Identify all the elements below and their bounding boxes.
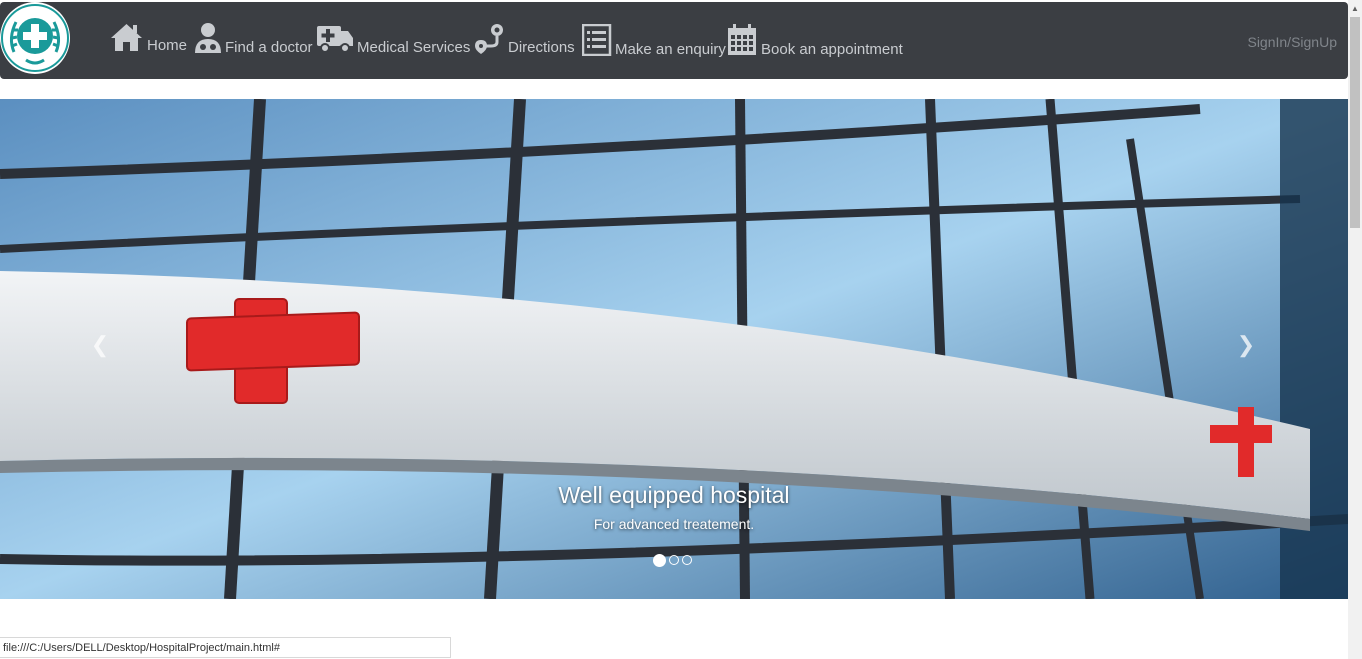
list-icon bbox=[581, 23, 612, 60]
nav-medical-services-label: Medical Services bbox=[357, 39, 471, 56]
nav-make-enquiry-label: Make an enquiry bbox=[615, 41, 726, 58]
ambulance-icon bbox=[316, 22, 354, 58]
hero-carousel: ❮ ❯ Well equipped hospital For advanced … bbox=[0, 99, 1348, 599]
logo[interactable] bbox=[0, 2, 70, 74]
carousel-caption: Well equipped hospital For advanced trea… bbox=[474, 481, 874, 532]
nav-book-appointment-label: Book an appointment bbox=[761, 41, 903, 58]
scroll-up-icon[interactable]: ▲ bbox=[1348, 0, 1362, 17]
carousel-prev-button[interactable]: ❮ bbox=[80, 332, 120, 368]
scroll-thumb[interactable] bbox=[1350, 17, 1360, 228]
carousel-indicators bbox=[653, 554, 692, 567]
nav-make-enquiry[interactable]: Make an enquiry bbox=[581, 23, 726, 60]
nav-find-doctor[interactable]: Find a doctor bbox=[194, 22, 313, 58]
calendar-icon bbox=[727, 24, 758, 60]
nav-directions[interactable]: Directions bbox=[473, 22, 575, 58]
page-scrollbar[interactable]: ▲ bbox=[1348, 0, 1362, 659]
chevron-left-icon: ❮ bbox=[90, 332, 110, 357]
home-icon bbox=[109, 22, 144, 56]
carousel-indicator-2[interactable] bbox=[669, 555, 679, 565]
carousel-next-button[interactable]: ❯ bbox=[1226, 332, 1266, 368]
carousel-indicator-3[interactable] bbox=[682, 555, 692, 565]
logo-emblem-icon bbox=[1, 4, 69, 72]
nav-medical-services[interactable]: Medical Services bbox=[316, 22, 470, 58]
signin-signup-link[interactable]: SignIn/SignUp bbox=[1247, 34, 1337, 50]
caption-title: Well equipped hospital bbox=[558, 482, 790, 508]
nav-home[interactable]: Home bbox=[109, 22, 187, 56]
browser-status-bar: file:///C:/Users/DELL/Desktop/HospitalPr… bbox=[0, 637, 451, 658]
nav-directions-label: Directions bbox=[508, 39, 575, 56]
nav-find-doctor-label: Find a doctor bbox=[225, 39, 313, 56]
directions-icon bbox=[473, 22, 505, 58]
nav-home-label: Home bbox=[147, 37, 188, 54]
chevron-right-icon: ❯ bbox=[1236, 332, 1256, 357]
carousel-indicator-1[interactable] bbox=[653, 554, 666, 567]
nav-book-appointment[interactable]: Book an appointment bbox=[727, 24, 903, 60]
caption-text: For advanced treatement. bbox=[593, 516, 755, 532]
navbar: Home Find a doctor Medical Services Dire… bbox=[0, 2, 1348, 79]
doctor-icon bbox=[194, 22, 222, 58]
